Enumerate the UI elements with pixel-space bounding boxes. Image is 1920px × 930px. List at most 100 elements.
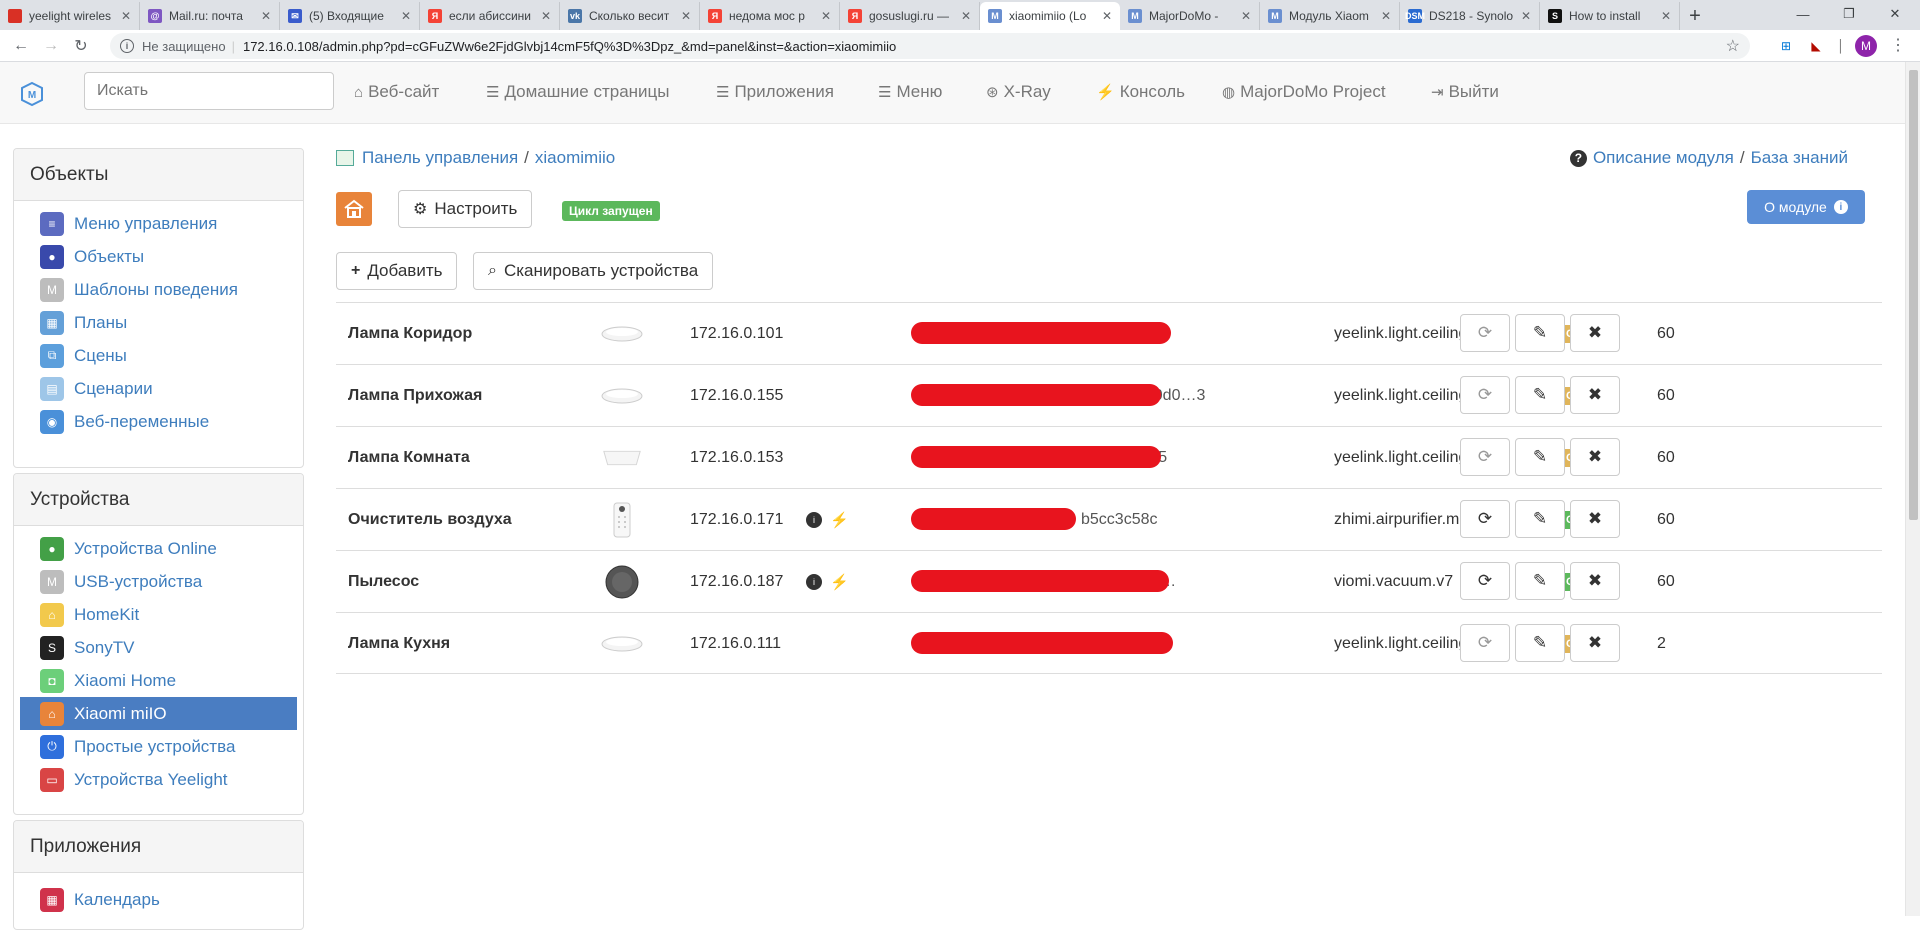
tab-close-icon[interactable]: ✕ <box>681 9 691 23</box>
tab-close-icon[interactable]: ✕ <box>1521 9 1531 23</box>
scrollbar-thumb[interactable] <box>1909 70 1918 520</box>
minimize-icon[interactable]: — <box>1780 0 1826 28</box>
tab-close-icon[interactable]: ✕ <box>121 9 131 23</box>
sidebar-item[interactable]: M Шаблоны поведения <box>14 273 303 306</box>
module-home-button[interactable] <box>336 192 372 226</box>
module-description-link[interactable]: Описание модуля <box>1593 148 1734 168</box>
edit-button[interactable]: ✎ <box>1515 376 1565 414</box>
browser-tab[interactable]: Mxiaomimiio (Lo ✕ <box>980 2 1120 30</box>
sidebar-item[interactable]: ▭ Устройства Yeelight <box>14 763 303 796</box>
restore-icon[interactable]: ❐ <box>1826 0 1872 28</box>
browser-tab[interactable]: vk Сколько весит ✕ <box>560 2 700 30</box>
nav-website[interactable]: ⌂ Веб-сайт <box>354 82 439 102</box>
edit-button[interactable]: ✎ <box>1515 562 1565 600</box>
browser-menu-icon[interactable]: ⋮ <box>1890 35 1906 55</box>
edit-button[interactable]: ✎ <box>1515 438 1565 476</box>
browser-tab[interactable]: S How to install ✕ <box>1540 2 1680 30</box>
tab-close-icon[interactable]: ✕ <box>261 9 271 23</box>
tab-close-icon[interactable]: ✕ <box>821 9 831 23</box>
device-name[interactable]: Лампа Коридор <box>348 303 472 365</box>
browser-tab[interactable]: ✉ (5) Входящие ✕ <box>280 2 420 30</box>
sidebar-item[interactable]: M USB-устройства <box>14 565 303 598</box>
browser-tab[interactable]: Янедома мос р ✕ <box>700 2 840 30</box>
sidebar-item[interactable]: ▤ Сценарии <box>14 372 303 405</box>
browser-tab[interactable]: @ Mail.ru: почта ✕ <box>140 2 280 30</box>
delete-button[interactable]: ✖ <box>1570 624 1620 662</box>
edit-button[interactable]: ✎ <box>1515 314 1565 352</box>
nav-home-pages[interactable]: ☰ Домашние страницы <box>486 82 670 102</box>
bookmark-star-icon[interactable]: ☆ <box>1726 36 1740 56</box>
knowledge-base-link[interactable]: База знаний <box>1751 148 1848 168</box>
sidebar-item[interactable]: S SonyTV <box>14 631 303 664</box>
delete-button[interactable]: ✖ <box>1570 314 1620 352</box>
configure-button[interactable]: ⚙ Настроить <box>398 190 533 228</box>
browser-tab[interactable]: Яgosuslugi.ru — ✕ <box>840 2 980 30</box>
tab-close-icon[interactable]: ✕ <box>401 9 411 23</box>
omnibox[interactable]: i Не защищено | 172.16.0.108/admin.php?p… <box>110 33 1750 59</box>
device-name[interactable]: Пылесос <box>348 551 419 613</box>
refresh-button[interactable]: ⟳ <box>1460 438 1510 476</box>
sidebar-item[interactable]: ⏻ Простые устройства <box>14 730 303 763</box>
windows-extension-icon[interactable]: ⊞ <box>1775 35 1797 57</box>
refresh-button[interactable]: ⟳ <box>1460 376 1510 414</box>
sidebar-item[interactable]: ⌂ HomeKit <box>14 598 303 631</box>
sidebar-item[interactable]: ◘ Xiaomi Home <box>14 664 303 697</box>
nav-apps[interactable]: ☰ Приложения <box>716 82 834 102</box>
sidebar-item[interactable]: ◉ Веб-переменные <box>14 405 303 438</box>
profile-avatar[interactable]: M <box>1855 35 1877 57</box>
nav-logout[interactable]: ⇥ Выйти <box>1431 82 1499 102</box>
tab-close-icon[interactable]: ✕ <box>961 9 971 23</box>
url-text[interactable]: 172.16.0.108/admin.php?pd=cGFuZWw6e2FjdG… <box>243 39 896 54</box>
pdf-extension-icon[interactable]: ◣ <box>1805 35 1827 57</box>
device-name[interactable]: Лампа Комната <box>348 427 470 489</box>
browser-tab[interactable]: DSM DS218 - Synolo ✕ <box>1400 2 1540 30</box>
back-icon[interactable]: ← <box>6 31 36 61</box>
nav-xray[interactable]: ⊛ X-Ray <box>986 82 1051 102</box>
breadcrumb-current[interactable]: xiaomimiio <box>535 148 615 168</box>
new-tab-button[interactable]: + <box>1680 2 1710 30</box>
scan-devices-button[interactable]: ⌕ Сканировать устройства <box>473 252 714 290</box>
nav-majordomo-project[interactable]: ◍ MajorDoMo Project <box>1222 82 1386 102</box>
close-window-icon[interactable]: ✕ <box>1872 0 1918 28</box>
refresh-button[interactable]: ⟳ <box>1460 500 1510 538</box>
delete-button[interactable]: ✖ <box>1570 376 1620 414</box>
tab-close-icon[interactable]: ✕ <box>541 9 551 23</box>
refresh-button[interactable]: ⟳ <box>1460 624 1510 662</box>
forward-icon[interactable]: → <box>36 31 66 61</box>
nav-console[interactable]: ⚡ Консоль <box>1096 82 1185 102</box>
delete-button[interactable]: ✖ <box>1570 562 1620 600</box>
sidebar-item[interactable]: ● Объекты <box>14 240 303 273</box>
sidebar-item[interactable]: ⧉ Сцены <box>14 339 303 372</box>
delete-button[interactable]: ✖ <box>1570 500 1620 538</box>
browser-tab[interactable]: M Модуль Xiaom ✕ <box>1260 2 1400 30</box>
sidebar-item[interactable]: ▦ Планы <box>14 306 303 339</box>
info-icon[interactable]: i <box>120 39 134 53</box>
tab-close-icon[interactable]: ✕ <box>1381 9 1391 23</box>
device-name[interactable]: Лампа Кухня <box>348 613 450 675</box>
sidebar-item[interactable]: ● Устройства Online <box>14 532 303 565</box>
sidebar-item[interactable]: ⌂ Xiaomi miIO <box>20 697 297 730</box>
edit-button[interactable]: ✎ <box>1515 500 1565 538</box>
sidebar-item[interactable]: ▦ Календарь <box>14 883 303 916</box>
tab-close-icon[interactable]: ✕ <box>1661 9 1671 23</box>
browser-tab[interactable]: M MajorDoMo - ✕ <box>1120 2 1260 30</box>
add-device-button[interactable]: + Добавить <box>336 252 458 290</box>
nav-menu[interactable]: ☰ Меню <box>878 82 942 102</box>
tab-close-icon[interactable]: ✕ <box>1102 9 1112 23</box>
page-scrollbar[interactable] <box>1905 62 1920 916</box>
browser-tab[interactable]: Яесли абиссини ✕ <box>420 2 560 30</box>
refresh-button[interactable]: ⟳ <box>1460 314 1510 352</box>
breadcrumb-root[interactable]: Панель управления <box>362 148 518 168</box>
device-name[interactable]: Очиститель воздуха <box>348 489 512 551</box>
delete-button[interactable]: ✖ <box>1570 438 1620 476</box>
about-module-button[interactable]: О модуле i <box>1747 190 1865 224</box>
majordomo-logo-icon[interactable]: M <box>18 80 46 108</box>
browser-tab[interactable]: yeelight wireles ✕ <box>0 2 140 30</box>
device-name[interactable]: Лампа Прихожая <box>348 365 482 427</box>
tab-close-icon[interactable]: ✕ <box>1241 9 1251 23</box>
edit-button[interactable]: ✎ <box>1515 624 1565 662</box>
refresh-button[interactable]: ⟳ <box>1460 562 1510 600</box>
reload-icon[interactable]: ↻ <box>66 31 96 61</box>
search-input[interactable] <box>84 72 334 110</box>
sidebar-item[interactable]: ≡ Меню управления <box>14 207 303 240</box>
